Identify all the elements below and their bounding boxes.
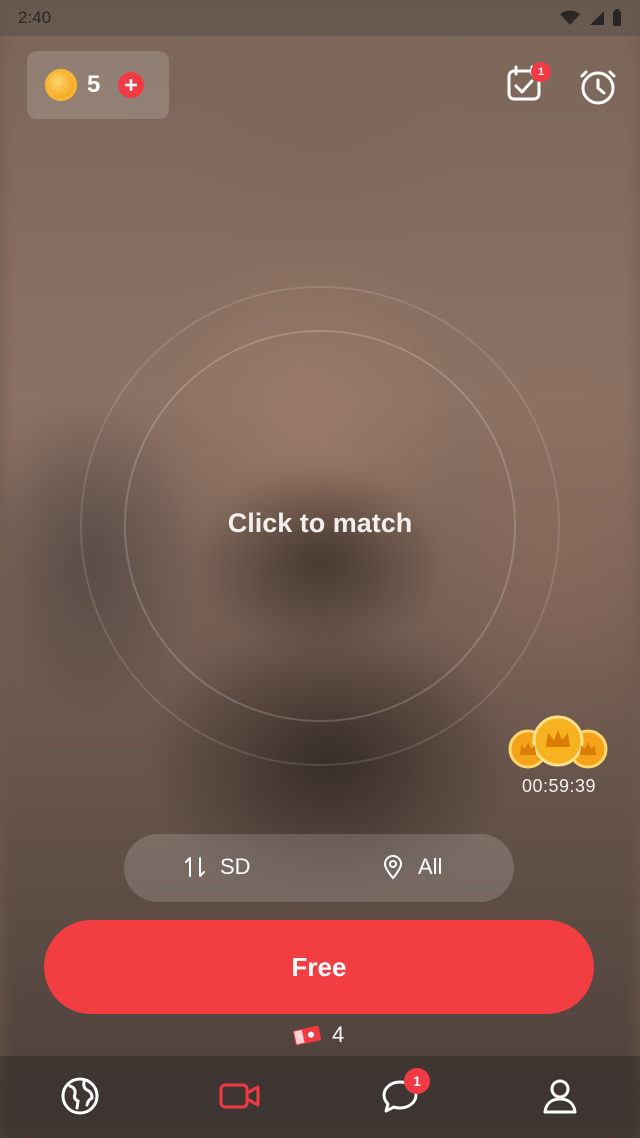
status-time: 2:40 xyxy=(18,8,52,27)
tab-messages[interactable]: 1 xyxy=(378,1068,430,1118)
coin-icon xyxy=(45,69,77,101)
location-pin-icon xyxy=(383,855,403,880)
checkin-button[interactable]: 1 xyxy=(503,62,551,106)
region-filter[interactable]: All xyxy=(382,854,442,880)
globe-icon xyxy=(61,1077,99,1115)
ticket-icon xyxy=(293,1025,322,1046)
person-icon xyxy=(543,1079,577,1114)
match-prompt: Click to match xyxy=(227,508,413,538)
messages-badge: 1 xyxy=(404,1068,430,1094)
tab-video-match[interactable] xyxy=(218,1074,262,1118)
ticket-counter: 4 xyxy=(292,1022,344,1048)
stopwatch-icon xyxy=(580,70,616,105)
status-bar: 2:40 xyxy=(0,0,640,36)
reward-countdown: 00:59:39 xyxy=(521,776,597,796)
wifi-icon xyxy=(560,10,580,25)
add-coins-button[interactable] xyxy=(118,72,145,98)
signal-icon xyxy=(590,11,604,25)
ticket-count: 4 xyxy=(332,1022,345,1047)
tab-discover[interactable] xyxy=(58,1074,102,1118)
coin-count: 5 xyxy=(87,71,101,98)
reward-widget[interactable] xyxy=(508,715,608,775)
quality-label: SD xyxy=(220,854,251,879)
quality-filter[interactable]: SD xyxy=(184,854,251,880)
tab-profile[interactable] xyxy=(538,1074,582,1118)
filter-bar: SD All xyxy=(124,834,514,902)
checkin-badge: 1 xyxy=(531,62,551,82)
history-button[interactable] xyxy=(576,64,620,108)
bottom-tab-bar: 1 xyxy=(0,1056,640,1138)
video-camera-icon xyxy=(219,1083,260,1109)
coin-balance[interactable]: 5 xyxy=(27,51,169,119)
status-icons xyxy=(560,9,622,27)
plus-icon xyxy=(125,79,138,91)
free-match-button[interactable]: Free xyxy=(44,920,594,1014)
region-label: All xyxy=(418,854,443,879)
crown-coins-icon xyxy=(508,715,608,769)
battery-icon xyxy=(613,9,621,26)
sort-arrows-icon xyxy=(185,857,205,877)
